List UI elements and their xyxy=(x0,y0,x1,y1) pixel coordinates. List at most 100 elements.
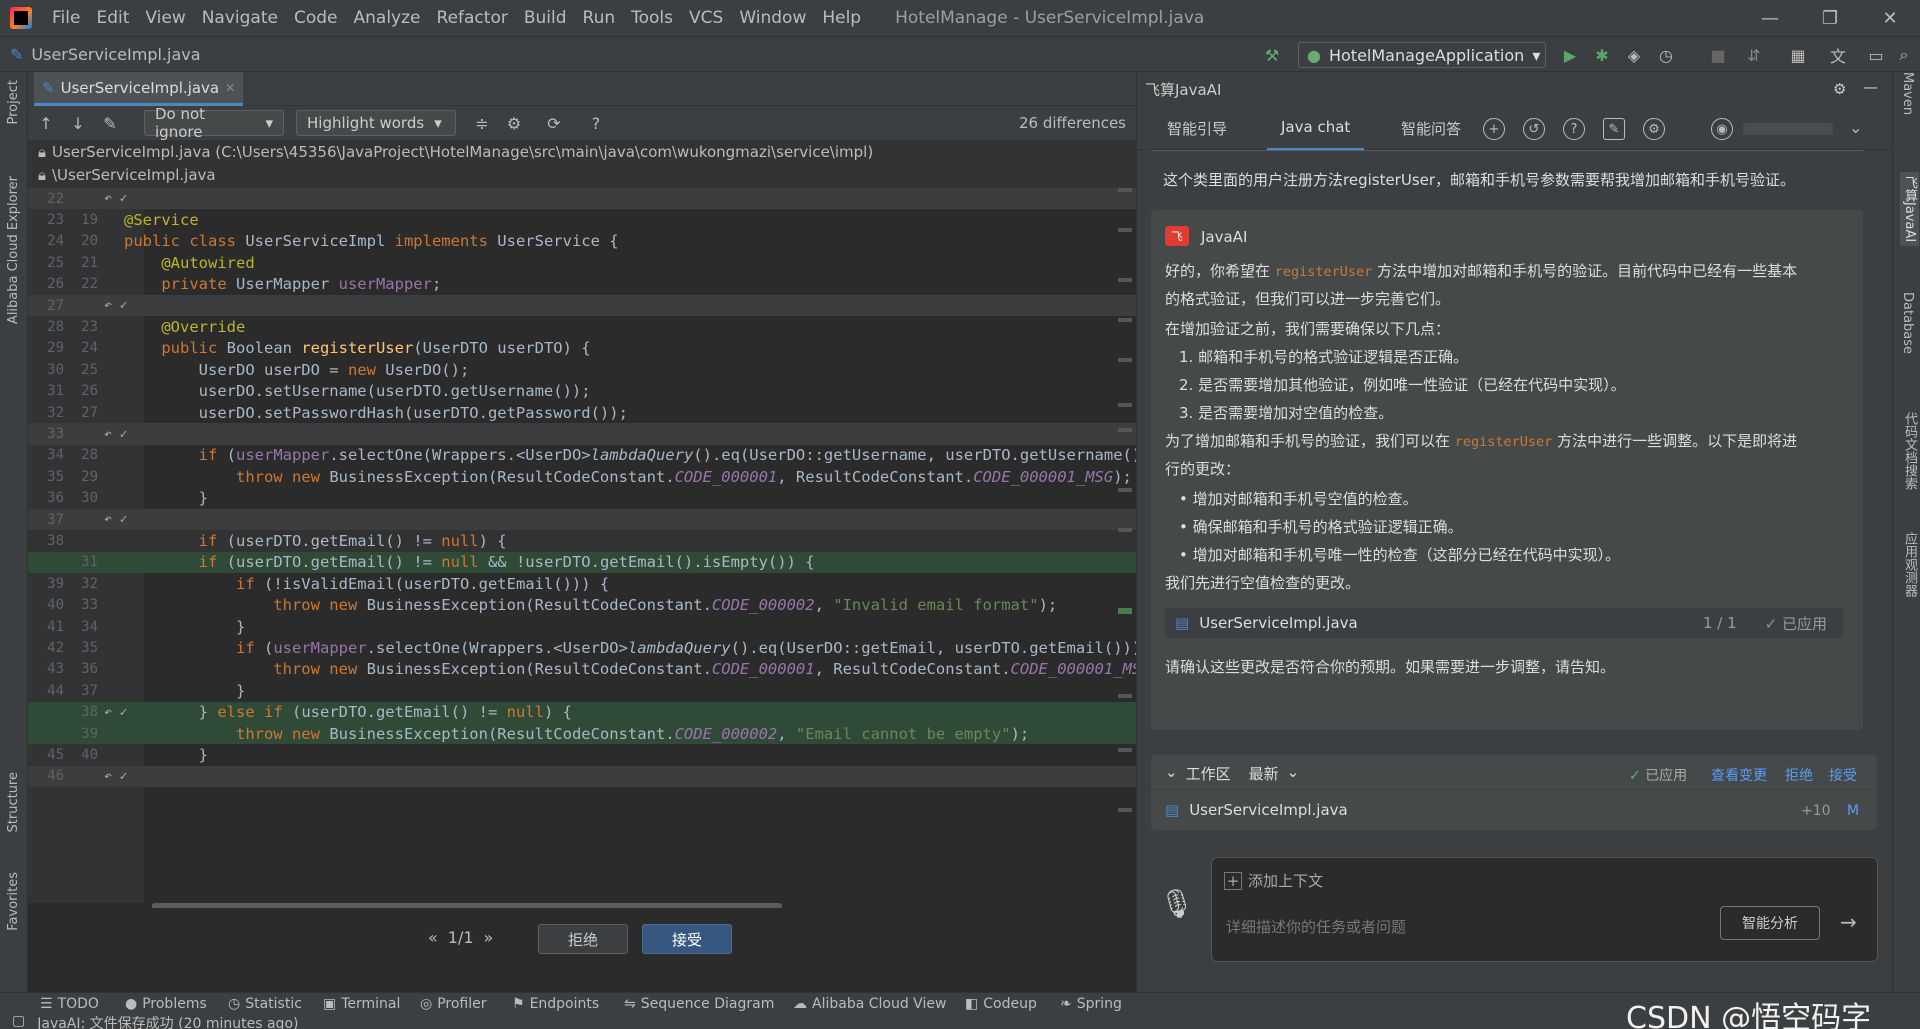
chat-input-placeholder[interactable]: 详细描述你的任务或者问题 xyxy=(1226,916,1406,937)
menu-edit[interactable]: Edit xyxy=(88,8,137,28)
vcs-icon[interactable]: ⇵ xyxy=(1744,45,1764,65)
avatar-icon[interactable]: ◉ xyxy=(1711,118,1733,140)
new-chat-icon[interactable]: + xyxy=(1483,118,1505,140)
view-changes-link[interactable]: 查看变更 xyxy=(1711,765,1767,785)
chevron-down-icon[interactable]: ⌄ xyxy=(1849,118,1862,137)
next-diff-icon[interactable]: ↓ xyxy=(68,113,88,133)
maven-tool-tab[interactable]: Maven xyxy=(1900,72,1915,115)
tab-guide[interactable]: 智能引导 xyxy=(1167,106,1227,150)
menu-run[interactable]: Run xyxy=(575,8,624,28)
breadcrumb-file[interactable]: UserServiceImpl.java xyxy=(31,45,200,64)
revert-accept-icon[interactable]: ↶ ✓ xyxy=(104,298,127,313)
restore-icon[interactable]: ❐ xyxy=(1800,0,1860,36)
help-icon[interactable]: ? xyxy=(1563,118,1585,140)
revert-accept-icon[interactable]: ↶ ✓ xyxy=(104,769,127,784)
stop-icon[interactable]: ■ xyxy=(1708,45,1728,65)
minimize-icon[interactable]: — xyxy=(1740,0,1800,36)
edit-icon[interactable]: ✎ xyxy=(1603,118,1625,140)
tool-endpoints[interactable]: ⚑ Endpoints xyxy=(512,995,599,1013)
accept-link[interactable]: 接受 xyxy=(1829,765,1857,785)
app-observer-tool-tab[interactable]: 应用观测器 xyxy=(1900,532,1919,597)
project-tool-tab[interactable]: Project xyxy=(6,80,21,124)
run-config-select[interactable]: ● HotelManageApplication ▾ xyxy=(1298,42,1546,68)
tool-sequence-diagram[interactable]: ⇋ Sequence Diagram xyxy=(624,995,774,1013)
tool-codeup[interactable]: ◧ Codeup xyxy=(965,995,1037,1013)
menu-navigate[interactable]: Navigate xyxy=(194,8,286,28)
menu-vcs[interactable]: VCS xyxy=(681,8,731,28)
debug-icon[interactable]: ✱ xyxy=(1592,45,1612,65)
send-arrow-icon[interactable]: → xyxy=(1840,910,1857,934)
translate-icon[interactable]: 文 xyxy=(1828,45,1848,66)
hide-panel-icon[interactable]: — xyxy=(1863,78,1878,96)
settings-icon[interactable]: ⚙ xyxy=(1643,118,1665,140)
profile-icon[interactable]: ◷ xyxy=(1656,45,1676,65)
tool-problems[interactable]: ● Problems xyxy=(125,995,207,1013)
search-icon[interactable]: ⌕ xyxy=(1894,45,1914,65)
highlight-select[interactable]: Highlight words ▾ xyxy=(296,110,456,136)
menu-file[interactable]: File xyxy=(44,8,88,28)
change-count: 1/1 xyxy=(447,928,474,947)
menu-help[interactable]: Help xyxy=(814,8,869,28)
favorites-tool-tab[interactable]: Favorites xyxy=(6,872,21,931)
tool-todo[interactable]: ☰ TODO xyxy=(40,995,99,1013)
javaai-tool-tab[interactable]: 飞算JavaAI xyxy=(1900,172,1919,247)
sort-select[interactable]: 最新 xyxy=(1249,763,1279,784)
alibaba-cloud-explorer-tab[interactable]: Alibaba Cloud Explorer xyxy=(6,176,21,324)
code-line: 26 22 private UserMapper userMapper; xyxy=(28,274,1136,295)
menu-refactor[interactable]: Refactor xyxy=(429,8,516,28)
tool-profiler[interactable]: ◎ Profiler xyxy=(420,995,487,1013)
help-icon[interactable]: ? xyxy=(586,113,606,133)
menu-analyze[interactable]: Analyze xyxy=(346,8,429,28)
add-context-button[interactable]: + 添加上下文 xyxy=(1224,870,1323,891)
presentation-icon[interactable]: ▭ xyxy=(1866,45,1886,65)
workspace-header[interactable]: ⌄ 工作区 最新 ⌄ xyxy=(1165,763,1299,784)
database-tool-tab[interactable]: Database xyxy=(1900,292,1915,354)
history-icon[interactable]: ↺ xyxy=(1523,118,1545,140)
revert-accept-icon[interactable]: ↶ ✓ xyxy=(104,512,127,527)
close-tab-icon[interactable]: ✕ xyxy=(225,81,235,95)
ignore-select[interactable]: Do not ignore ▾ xyxy=(144,105,284,141)
menu-code[interactable]: Code xyxy=(286,8,346,28)
workspace-file[interactable]: ▤ UserServiceImpl.java xyxy=(1165,801,1348,819)
prev-diff-icon[interactable]: ↑ xyxy=(36,113,56,133)
revert-accept-icon[interactable]: ↶ ✓ xyxy=(104,427,127,442)
chevron-down-icon: ▾ xyxy=(434,114,442,132)
reject-link[interactable]: 拒绝 xyxy=(1785,765,1813,785)
structure-tool-tab[interactable]: Structure xyxy=(6,772,21,832)
tab-qa[interactable]: 智能问答 xyxy=(1401,106,1461,150)
file-change-card[interactable]: ▤ UserServiceImpl.java 1 / 1 ✓ 已应用 xyxy=(1165,608,1843,638)
run-icon[interactable]: ▶ xyxy=(1560,45,1580,65)
project-structure-icon[interactable]: ▦ xyxy=(1788,45,1808,65)
reject-button[interactable]: 拒绝 xyxy=(538,924,628,954)
settings-gear-icon[interactable]: ⚙ xyxy=(504,113,524,133)
menu-tools[interactable]: Tools xyxy=(623,8,681,28)
microphone-icon[interactable]: 🎙︎ xyxy=(1159,887,1195,920)
revert-accept-icon[interactable]: ↶ ✓ xyxy=(104,191,127,206)
menu-view[interactable]: View xyxy=(137,8,193,28)
tab-userserviceimpl[interactable]: ✎ UserServiceImpl.java ✕ xyxy=(34,72,244,106)
sync-scroll-icon[interactable]: ⟳ xyxy=(544,113,564,133)
breadcrumb[interactable]: ✎ UserServiceImpl.java xyxy=(10,37,201,71)
diff-code-area[interactable]: 22 ↶ ✓ 23 19 @Service 24 20 public class UserSe… xyxy=(28,188,1136,903)
coverage-icon[interactable]: ◈ xyxy=(1624,45,1644,65)
prev-change-icon[interactable]: « xyxy=(428,928,438,947)
menu-window[interactable]: Window xyxy=(731,8,814,28)
smart-analyze-button[interactable]: 智能分析 xyxy=(1720,906,1820,940)
accept-button[interactable]: 接受 xyxy=(642,924,732,954)
collapse-unchanged-icon[interactable]: ≑ xyxy=(472,113,492,133)
build-hammer-icon[interactable]: ⚒ xyxy=(1262,45,1282,65)
doc-search-tool-tab[interactable]: 代码文档搜索 xyxy=(1900,412,1919,490)
menu-build[interactable]: Build xyxy=(516,8,575,28)
next-change-icon[interactable]: » xyxy=(484,928,494,947)
tool-statistic[interactable]: ◷ Statistic xyxy=(228,995,302,1013)
chevron-down-icon: ⌄ xyxy=(1165,763,1178,781)
chat-input-box[interactable]: + 添加上下文 详细描述你的任务或者问题 智能分析 → xyxy=(1211,857,1878,962)
edit-source-icon[interactable]: ✎ xyxy=(100,113,120,133)
settings-gear-icon[interactable]: ⚙ xyxy=(1833,80,1846,98)
tool-terminal[interactable]: ▣ Terminal xyxy=(323,995,400,1013)
close-icon[interactable]: ✕ xyxy=(1860,0,1920,36)
tool-alibaba-cloud-view[interactable]: ☁ Alibaba Cloud View xyxy=(793,995,946,1013)
chevron-down-icon: ▾ xyxy=(1532,45,1541,65)
tool-spring[interactable]: ❧ Spring xyxy=(1060,995,1122,1013)
tab-java-chat[interactable]: Java chat xyxy=(1267,106,1365,150)
